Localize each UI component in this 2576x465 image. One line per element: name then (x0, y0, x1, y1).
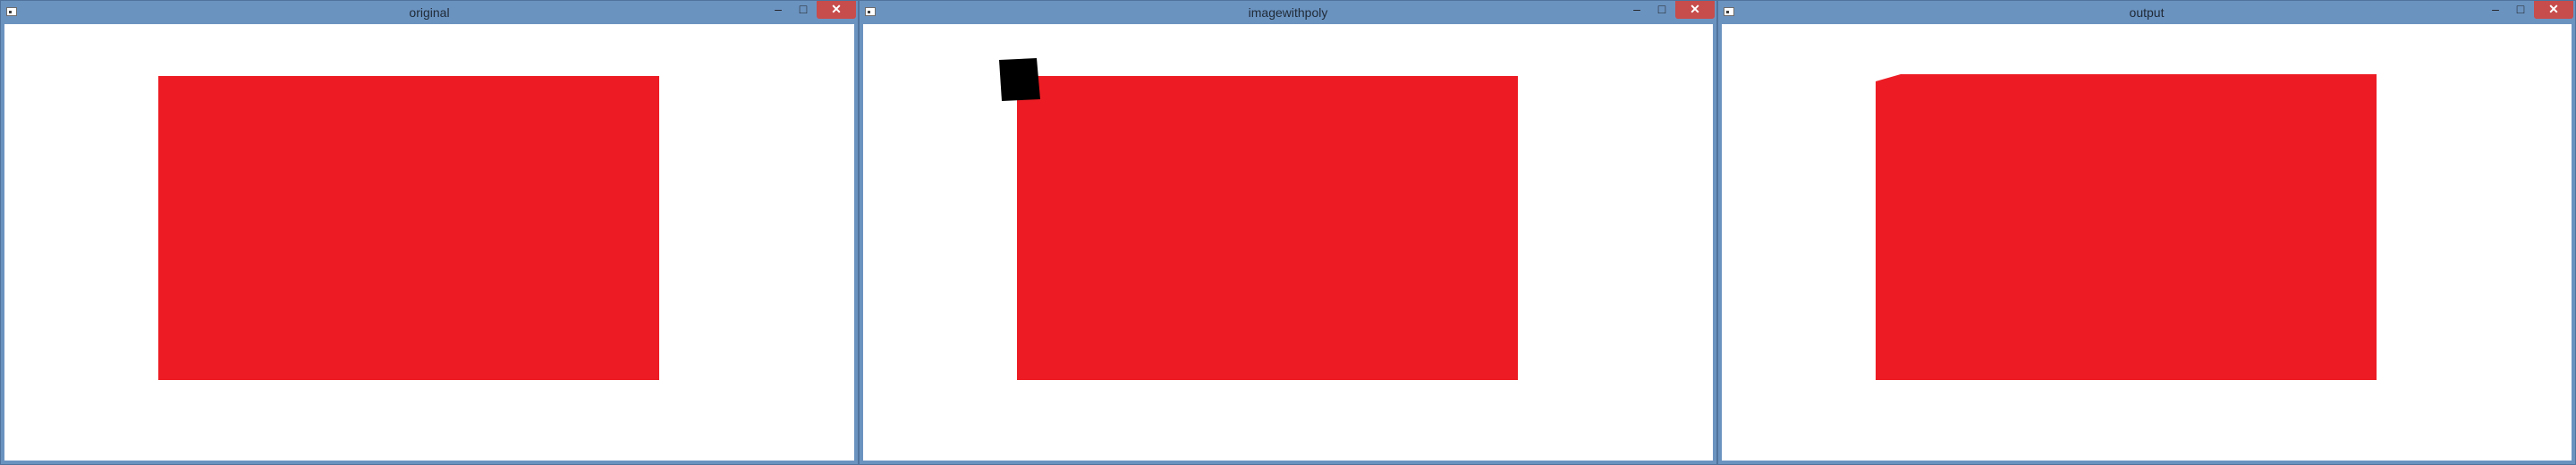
black-polygon (999, 58, 1040, 101)
maximize-button[interactable]: □ (1650, 1, 1674, 19)
minimize-button[interactable]: – (1625, 1, 1648, 19)
close-icon: ✕ (2548, 2, 2559, 16)
image-original (158, 76, 659, 380)
image-canvas-imagewithpoly (863, 24, 1713, 461)
maximize-icon: □ (2516, 2, 2525, 16)
window-title-output: output (2129, 5, 2165, 20)
titlebar-imagewithpoly[interactable]: imagewithpoly – □ ✕ (860, 1, 1716, 24)
close-button[interactable]: ✕ (1675, 1, 1715, 19)
maximize-icon: □ (799, 2, 808, 16)
titlebar-original[interactable]: original – □ ✕ (1, 1, 858, 24)
maximize-button[interactable]: □ (792, 1, 815, 19)
red-rectangle (158, 76, 659, 380)
minimize-icon: – (1633, 2, 1640, 16)
minimize-icon: – (775, 2, 782, 16)
window-output[interactable]: output – □ ✕ (1717, 0, 2576, 465)
close-icon: ✕ (1690, 2, 1700, 16)
window-imagewithpoly[interactable]: imagewithpoly – □ ✕ (859, 0, 1717, 465)
red-inpainted-shape (1876, 74, 2377, 380)
image-canvas-output (1722, 24, 2572, 461)
maximize-button[interactable]: □ (2509, 1, 2532, 19)
maximize-icon: □ (1657, 2, 1666, 16)
minimize-button[interactable]: – (2484, 1, 2507, 19)
image-canvas-original (4, 24, 854, 461)
image-imagewithpoly (999, 58, 1518, 380)
window-title-imagewithpoly: imagewithpoly (1248, 5, 1328, 20)
minimize-button[interactable]: – (767, 1, 790, 19)
close-button[interactable]: ✕ (2534, 1, 2573, 19)
titlebar-output[interactable]: output – □ ✕ (1718, 1, 2575, 24)
red-rectangle (1017, 76, 1518, 380)
image-output (1876, 74, 2377, 380)
close-button[interactable]: ✕ (817, 1, 856, 19)
close-icon: ✕ (831, 2, 842, 16)
window-title-original: original (409, 5, 450, 20)
minimize-icon: – (2492, 2, 2499, 16)
window-original[interactable]: original – □ ✕ (0, 0, 859, 465)
